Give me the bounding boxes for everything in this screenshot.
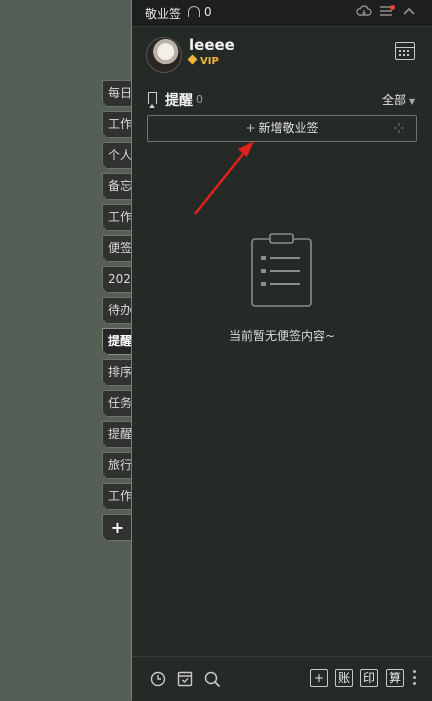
category-tab[interactable]: 202 (102, 266, 132, 293)
bottom-toolbar: + 账 印 算 (132, 656, 432, 701)
annotation-arrow (194, 141, 254, 215)
more-icon[interactable] (413, 670, 416, 673)
clipboard-icon (251, 233, 312, 307)
category-tab[interactable]: 便签 (102, 235, 132, 262)
filter-dropdown[interactable]: 全部 ▼ (382, 91, 415, 108)
account-button[interactable]: 账 (335, 669, 353, 687)
bookmark-icon (148, 92, 157, 108)
vip-label: VIP (200, 56, 219, 67)
notes-panel: 敬业签 0 leeee VIP 提醒 0 全部 ▼ + 新增敬业签 当前暂无便签… (131, 0, 432, 701)
category-tab[interactable]: 工作 (102, 204, 132, 231)
search-icon[interactable] (204, 671, 221, 688)
section-count: 0 (196, 93, 203, 106)
archive-icon[interactable] (177, 671, 193, 687)
app-title: 敬业签 (145, 7, 182, 21)
empty-state-text: 当前暂无便签内容~ (228, 329, 336, 343)
title-bar: 敬业签 0 (132, 0, 432, 27)
unread-dot (390, 5, 395, 10)
chevron-down-icon: ▼ (409, 97, 416, 106)
category-tab[interactable]: 旅行 (102, 452, 132, 479)
filter-label: 全部 (382, 93, 407, 107)
diamond-icon (187, 54, 198, 65)
category-tab[interactable]: 待办 (102, 297, 132, 324)
add-note-label: 新增敬业签 (258, 121, 319, 135)
notification-count: 0 (204, 5, 212, 19)
section-title: 提醒 (165, 93, 193, 109)
plus-icon: + (245, 121, 256, 135)
category-tab-active[interactable]: 提醒 (102, 328, 132, 355)
calendar-icon[interactable] (395, 42, 415, 60)
add-key-button[interactable]: + (310, 669, 328, 687)
add-category-button[interactable]: + (102, 514, 132, 541)
category-tab[interactable]: 排序 (102, 359, 132, 386)
username: leeee (189, 36, 235, 54)
avatar[interactable] (146, 37, 182, 73)
category-tab[interactable]: 每日 (102, 80, 132, 107)
bell-icon[interactable] (188, 6, 200, 17)
cloud-icon[interactable] (356, 4, 372, 18)
clock-icon[interactable] (150, 671, 166, 687)
calculator-button[interactable]: 算 (386, 669, 404, 687)
category-tab[interactable]: 备忘 (102, 173, 132, 200)
collapse-icon[interactable] (402, 4, 416, 18)
print-button[interactable]: 印 (360, 669, 378, 687)
vip-badge[interactable]: VIP (187, 54, 219, 67)
category-tab[interactable]: 任务 (102, 390, 132, 417)
category-tab[interactable]: 工作 (102, 111, 132, 138)
category-tab[interactable]: 工作 (102, 483, 132, 510)
category-tab[interactable]: 提醒 (102, 421, 132, 448)
category-tab[interactable]: 个人 (102, 142, 132, 169)
loading-icon (394, 123, 404, 133)
